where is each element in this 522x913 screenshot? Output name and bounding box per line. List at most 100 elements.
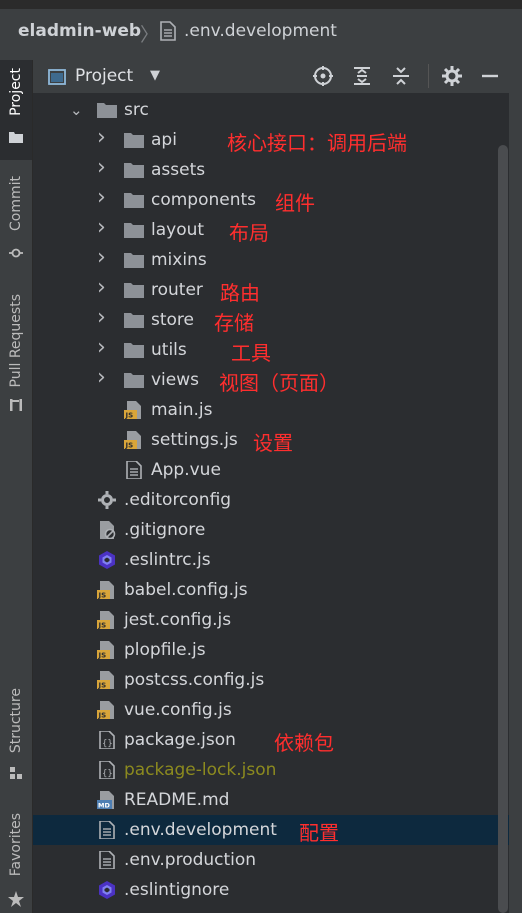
tree-label: postcss.config.js	[124, 670, 265, 690]
tree-row[interactable]: › assets	[33, 155, 509, 185]
vertical-scrollbar[interactable]	[498, 145, 508, 913]
tree-label: README.md	[124, 790, 230, 810]
ide-window: eladmin-web 〉 .env.development Project C…	[0, 0, 522, 913]
svg-text:{}: {}	[102, 769, 113, 779]
ignore-file-icon	[100, 521, 116, 539]
tree-row[interactable]: JS settings.js 设置	[33, 425, 509, 455]
tree-row[interactable]: › components 组件	[33, 185, 509, 215]
tool-tab-commit[interactable]: Commit	[0, 168, 32, 268]
tree-row[interactable]: JS main.js	[33, 395, 509, 425]
file-icon	[160, 21, 176, 45]
tree-row[interactable]: › router 路由	[33, 275, 509, 305]
project-view-selector[interactable]: Project	[75, 66, 133, 86]
annotation-note: 布局	[229, 221, 269, 245]
tree-row[interactable]: JS babel.config.js	[33, 575, 509, 605]
tree-row[interactable]: .eslintrc.js	[33, 545, 509, 575]
tool-tab-project[interactable]: Project	[0, 60, 32, 160]
tool-tab-structure[interactable]: Structure	[0, 680, 32, 790]
svg-text:{}: {}	[102, 739, 113, 749]
tree-row[interactable]: JS plopfile.js	[33, 635, 509, 665]
tree-row[interactable]: JS vue.config.js	[33, 695, 509, 725]
chevron-right-icon[interactable]: ›	[97, 275, 106, 300]
eslint-icon	[99, 881, 115, 899]
folder-icon	[124, 373, 144, 388]
header-divider	[428, 64, 429, 88]
tree-label: babel.config.js	[124, 580, 248, 600]
js-file-icon: JS	[97, 641, 114, 659]
tree-row[interactable]: › views 视图（页面）	[33, 365, 509, 395]
folder-icon	[97, 103, 117, 118]
md-file-icon: MD	[97, 791, 114, 810]
project-tree: ⌄ src › api 核心接口：调用后端 › assets › components 组件 ›…	[33, 93, 509, 913]
tree-row[interactable]: › utils 工具	[33, 335, 509, 365]
locate-icon[interactable]	[312, 65, 334, 87]
tree-label: components	[151, 190, 257, 210]
tree-label: store	[151, 310, 194, 330]
tree-row[interactable]: › api 核心接口：调用后端	[33, 125, 509, 155]
tree-row[interactable]: JS postcss.config.js	[33, 665, 509, 695]
tree-row[interactable]: .eslintignore	[33, 875, 509, 905]
tree-row[interactable]: .editorconfig	[33, 485, 509, 515]
tool-tab-pull-requests[interactable]: Pull Requests	[0, 288, 32, 428]
tree-label: router	[151, 280, 203, 300]
svg-text:JS: JS	[98, 682, 107, 690]
chevron-right-icon[interactable]: ›	[97, 365, 106, 390]
tree-row[interactable]: .gitignore	[33, 515, 509, 545]
tree-row[interactable]: › store 存储	[33, 305, 509, 335]
tree-label: .env.development	[124, 820, 277, 840]
svg-text:JS: JS	[98, 592, 107, 600]
tree-label: utils	[151, 340, 187, 360]
chevron-right-icon[interactable]: ›	[97, 245, 106, 270]
tree-row[interactable]: .env.development 配置	[33, 815, 509, 845]
tree-label: assets	[151, 160, 206, 180]
tree-row[interactable]: › mixins	[33, 245, 509, 275]
tree-row[interactable]: {} package.json 依赖包	[33, 725, 509, 755]
tree-row[interactable]: .env.production	[33, 845, 509, 875]
chevron-right-icon[interactable]: ›	[97, 335, 106, 360]
chevron-right-icon[interactable]: ›	[97, 155, 106, 180]
tree-label: src	[124, 100, 149, 120]
tool-tab-project-label: Project	[8, 68, 24, 116]
annotation-note: 存储	[214, 311, 254, 335]
chevron-right-icon[interactable]: ›	[97, 305, 106, 330]
tool-tab-favorites[interactable]: Favorites	[0, 805, 32, 913]
folder-icon	[9, 132, 23, 143]
tree-label: package-lock.json	[124, 760, 277, 780]
tree-row-src[interactable]: ⌄ src	[33, 95, 509, 125]
chevron-down-icon[interactable]: ▼	[150, 68, 160, 83]
js-file-icon: JS	[124, 401, 141, 419]
tree-label: .gitignore	[124, 520, 206, 540]
tree-label: plopfile.js	[124, 640, 206, 660]
tree-row[interactable]: › layout 布局	[33, 215, 509, 245]
gear-icon[interactable]	[441, 65, 463, 87]
tree-row[interactable]: {} package-lock.json	[33, 755, 509, 785]
breadcrumb-file[interactable]: .env.development	[184, 21, 337, 41]
tree-label: .editorconfig	[124, 490, 232, 510]
js-file-icon: JS	[97, 701, 114, 719]
breadcrumb-separator: 〉	[140, 24, 160, 46]
tool-tab-structure-label: Structure	[8, 688, 24, 754]
minimize-icon[interactable]	[479, 65, 501, 87]
svg-text:JS: JS	[125, 442, 134, 450]
tree-row[interactable]: App.vue	[33, 455, 509, 485]
tree-row[interactable]: MD README.md	[33, 785, 509, 815]
chevron-right-icon[interactable]: ›	[97, 215, 106, 240]
json-file-icon: {}	[99, 761, 115, 779]
tree-label: package.json	[124, 730, 236, 750]
star-icon	[8, 891, 24, 907]
svg-text:JS: JS	[98, 622, 107, 630]
breadcrumb-project[interactable]: eladmin-web	[18, 21, 141, 41]
tree-label: vue.config.js	[124, 700, 232, 720]
tool-tab-favorites-label: Favorites	[8, 813, 24, 877]
collapse-all-icon[interactable]	[390, 65, 412, 87]
chevron-right-icon[interactable]: ›	[97, 125, 106, 150]
structure-icon	[10, 767, 22, 779]
tree-label: main.js	[151, 400, 213, 420]
chevron-right-icon[interactable]: ›	[97, 185, 106, 210]
expand-all-icon[interactable]	[351, 65, 373, 87]
text-file-icon	[126, 461, 142, 479]
tree-row[interactable]: JS jest.config.js	[33, 605, 509, 635]
chevron-down-icon[interactable]: ⌄	[70, 101, 83, 119]
svg-text:MD: MD	[98, 802, 110, 810]
folder-icon	[124, 313, 144, 328]
